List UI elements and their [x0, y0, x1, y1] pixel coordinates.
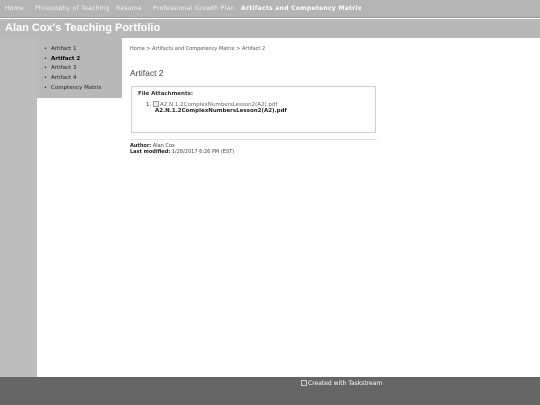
top-navigation: Home Philosophy of Teaching Resume Profe…	[0, 0, 540, 18]
sidebar-item-label: Comptency Matrix	[51, 85, 102, 91]
attachment-image[interactable]: A2.N.1.2ComplexNumbersLesson2(A2).pdf	[153, 101, 277, 108]
nav-resume[interactable]: Resume	[116, 0, 142, 18]
modified-label: Last modified:	[130, 149, 171, 155]
breadcrumb-separator: >	[146, 46, 151, 52]
breadcrumb-separator: >	[236, 46, 241, 52]
breadcrumb-home[interactable]: Home	[130, 46, 145, 52]
page-title: Artifact 2	[130, 68, 164, 78]
nav-artifacts-and-competency-matrix[interactable]: Artifacts and Competency Matrix	[241, 0, 362, 18]
sidebar-item-artifact-3[interactable]: • Artifact 3	[44, 63, 76, 73]
bullet-icon: •	[44, 85, 47, 91]
attachment-link[interactable]: A2.N.1.2ComplexNumbersLesson2(A2).pdf	[155, 108, 287, 114]
sidebar-item-label: Artifact 1	[51, 46, 77, 52]
sidebar-item-artifact-4[interactable]: • Artifact 4	[44, 73, 76, 83]
nav-professional-growth-plan[interactable]: Professional Growth Plan	[153, 0, 235, 18]
bullet-icon: •	[44, 46, 47, 52]
sidebar-item-label: Artifact 3	[51, 65, 77, 71]
breadcrumb-section[interactable]: Artifacts and Competency Matrix	[152, 46, 234, 52]
site-title[interactable]: Alan Cox's Teaching Portfolio	[5, 19, 160, 38]
sidebar-item-label: Artifact 2	[51, 56, 81, 62]
breadcrumb: Home > Artifacts and Competency Matrix >…	[130, 46, 265, 52]
taskstream-badge[interactable]: Created with Taskstream	[301, 380, 382, 387]
main-content: Home > Artifacts and Competency Matrix >…	[122, 38, 540, 377]
file-attachments-box: File Attachments: 1. A2.N.1.2ComplexNumb…	[131, 86, 376, 133]
broken-image-icon	[301, 380, 307, 386]
footer: Created with Taskstream	[0, 377, 540, 405]
left-margin-column	[0, 38, 37, 377]
modified-value: 1/28/2017 6:26 PM (EST)	[171, 149, 235, 155]
page-meta: Author: Alan Cox Last modified: 1/28/201…	[130, 143, 234, 155]
sidebar-item-competency-matrix[interactable]: • Comptency Matrix	[44, 83, 101, 93]
bullet-icon: •	[44, 75, 47, 81]
bullet-icon: •	[44, 65, 47, 71]
breadcrumb-current: Artifact 2	[242, 46, 266, 52]
attachments-heading: File Attachments:	[138, 91, 194, 97]
divider	[130, 139, 377, 140]
taskstream-badge-alt: Created with Taskstream	[308, 380, 383, 387]
attachment-number: 1.	[146, 102, 152, 108]
sidebar: • Artifact 1 • Artifact 2 • Artifact 3 • Art…	[37, 38, 122, 98]
sidebar-item-label: Artifact 4	[51, 75, 77, 81]
title-bar: Alan Cox's Teaching Portfolio	[0, 19, 540, 38]
nav-home[interactable]: Home	[5, 0, 24, 18]
nav-philosophy-of-teaching[interactable]: Philosophy of Teaching	[35, 0, 110, 18]
broken-image-icon	[153, 101, 159, 107]
modified-line: Last modified: 1/28/2017 6:26 PM (EST)	[130, 149, 234, 155]
sidebar-item-artifact-1[interactable]: • Artifact 1	[44, 44, 76, 54]
